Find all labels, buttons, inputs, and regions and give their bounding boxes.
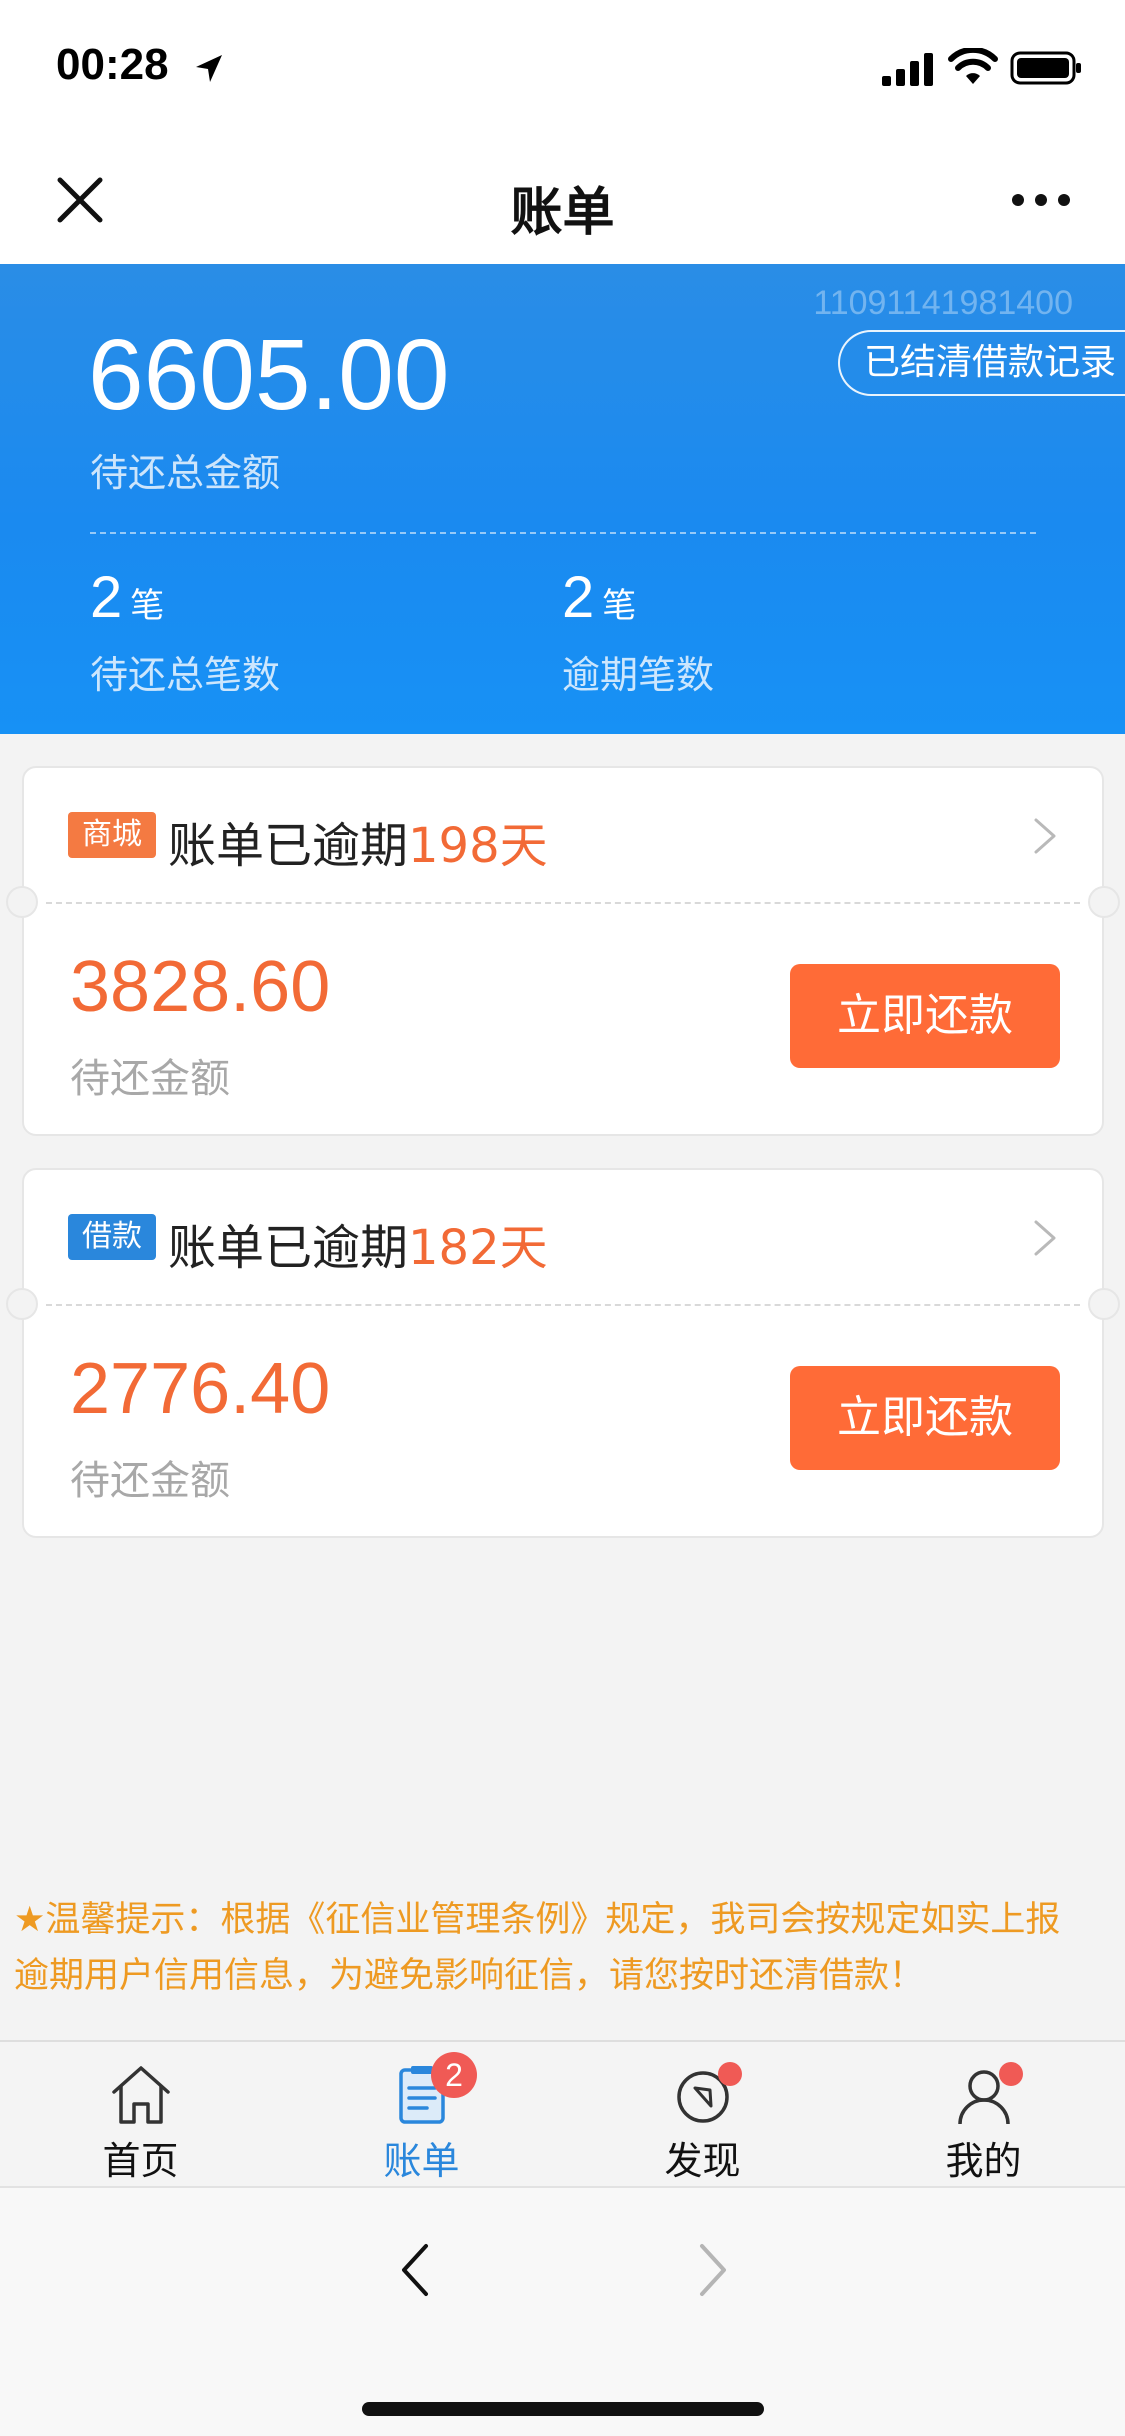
card-divider — [46, 902, 1080, 904]
tab-bills-label: 账单 — [383, 2139, 460, 2183]
overdue-days: 198天 — [408, 818, 548, 874]
bill-status-text: 账单已逾期 — [168, 1220, 409, 1276]
bill-status-text: 账单已逾期 — [168, 818, 409, 874]
chevron-right-icon — [1034, 1220, 1056, 1256]
home-icon — [112, 2066, 170, 2124]
card-divider — [46, 1304, 1080, 1306]
settled-records-button[interactable]: 已结清借款记录 — [838, 330, 1125, 396]
navigation-bar: 账单 — [0, 132, 1125, 264]
tab-discover[interactable]: 发现 — [562, 2042, 843, 2188]
tab-discover-label: 发现 — [664, 2139, 741, 2183]
bill-status-title: 账单已逾期182天 — [168, 1208, 548, 1278]
overdue-count: 2笔 — [562, 564, 636, 631]
browser-toolbar — [0, 2186, 1125, 2436]
overdue-days: 182天 — [408, 1220, 548, 1276]
bill-summary-panel: 11091141981400 已结清借款记录 6605.00 待还总金额 2笔 … — [0, 264, 1125, 734]
tab-profile[interactable]: 我的 — [843, 2042, 1124, 2188]
bill-type-tag: 商城 — [68, 812, 156, 858]
tab-bills-badge: 2 — [431, 2052, 477, 2098]
notice-line-1: ★温馨提示：根据《征信业管理条例》规定，我司会按规定如实上报 — [14, 1900, 1061, 1940]
cellular-signal-icon — [882, 53, 933, 86]
bill-type-tag: 借款 — [68, 1214, 156, 1260]
more-options-icon[interactable] — [1010, 188, 1072, 212]
bill-due-amount: 3828.60 — [70, 947, 331, 1027]
location-arrow-icon — [196, 55, 222, 82]
total-due-label: 待还总金额 — [90, 451, 281, 495]
wifi-icon — [948, 48, 998, 84]
bill-card-header[interactable]: 商城 账单已逾期198天 — [24, 768, 1102, 902]
account-id: 11091141981400 — [813, 284, 1073, 322]
pending-count-value: 2 — [90, 565, 123, 630]
bill-due-label: 待还金额 — [70, 1056, 230, 1102]
bill-status-title: 账单已逾期198天 — [168, 806, 548, 876]
tab-discover-dot — [718, 2062, 742, 2086]
credit-reminder-notice: ★温馨提示：根据《征信业管理条例》规定，我司会按规定如实上报 逾期用户信用信息，… — [14, 1892, 1114, 2004]
tab-profile-label: 我的 — [945, 2139, 1022, 2183]
pending-count-unit: 笔 — [130, 587, 165, 625]
card-notch — [1088, 1288, 1120, 1320]
card-notch — [6, 1288, 38, 1320]
back-arrow-icon[interactable] — [396, 2240, 436, 2300]
tab-bills[interactable]: 2 账单 — [281, 2042, 562, 2188]
page-title: 账单 — [510, 183, 615, 243]
tab-profile-dot — [999, 2062, 1023, 2086]
pending-count-label: 待还总笔数 — [90, 653, 281, 697]
summary-divider — [90, 532, 1036, 534]
bill-due-amount: 2776.40 — [70, 1349, 331, 1429]
overdue-count-unit: 笔 — [602, 587, 637, 625]
pay-now-button[interactable]: 立即还款 — [790, 964, 1060, 1068]
bill-due-label: 待还金额 — [70, 1458, 230, 1504]
bill-card-mall: 商城 账单已逾期198天 3828.60 待还金额 立即还款 — [6, 766, 1120, 1136]
status-bar: 00:28 — [0, 0, 1125, 132]
forward-arrow-icon[interactable] — [692, 2240, 732, 2300]
tab-home-label: 首页 — [102, 2139, 179, 2183]
pay-now-button[interactable]: 立即还款 — [790, 1366, 1060, 1470]
overdue-count-value: 2 — [562, 565, 595, 630]
card-notch — [1088, 886, 1120, 918]
bill-card-header[interactable]: 借款 账单已逾期182天 — [24, 1170, 1102, 1304]
battery-icon — [1010, 51, 1081, 85]
overdue-count-label: 逾期笔数 — [562, 653, 715, 697]
bill-card-loan: 借款 账单已逾期182天 2776.40 待还金额 立即还款 — [6, 1168, 1120, 1538]
status-time: 00:28 — [56, 40, 169, 89]
card-notch — [6, 886, 38, 918]
total-due-amount: 6605.00 — [88, 319, 450, 431]
tab-home[interactable]: 首页 — [0, 2042, 281, 2188]
pending-count: 2笔 — [90, 564, 164, 631]
notice-line-2: 逾期用户信用信息，为避免影响征信，请您按时还清借款！ — [14, 1956, 925, 1996]
home-indicator[interactable] — [362, 2402, 764, 2416]
bottom-tab-bar: 首页 2 账单 发现 我的 — [0, 2040, 1125, 2186]
chevron-right-icon — [1034, 818, 1056, 854]
